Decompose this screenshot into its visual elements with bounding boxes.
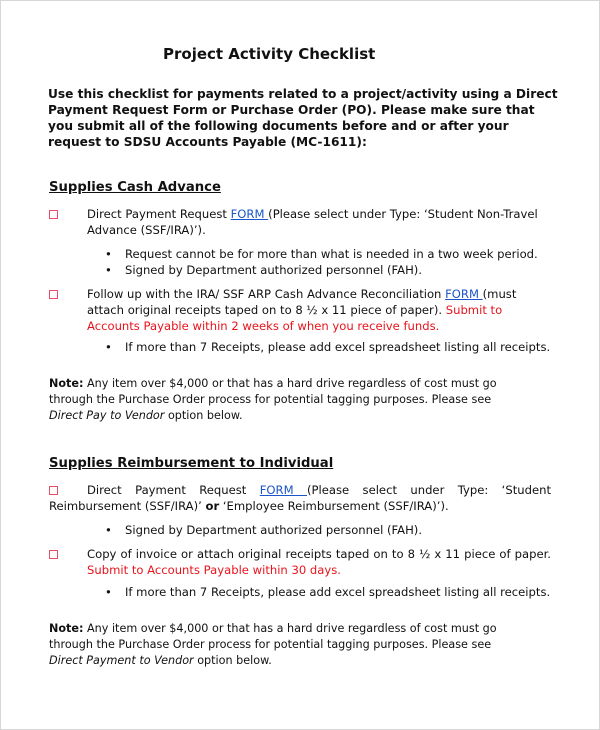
checkbox-icon[interactable] xyxy=(49,210,58,219)
note-paragraph: Note: Any item over $4,000 or that has a… xyxy=(49,377,497,422)
checklist-item: Copy of invoice or attach original recei… xyxy=(49,546,551,578)
bullet-icon: • xyxy=(105,523,112,537)
form-link[interactable]: FORM xyxy=(445,287,483,301)
checkbox-icon[interactable] xyxy=(49,486,58,495)
document-page: Project Activity Checklist Use this chec… xyxy=(0,0,600,730)
checklist-item-text: Follow up with the IRA/ SSF ARP Cash Adv… xyxy=(87,287,517,333)
bullet-icon: • xyxy=(105,247,112,261)
checklist-item: Follow up with the IRA/ SSF ARP Cash Adv… xyxy=(49,286,551,334)
checklist-item-text: Direct Payment Request FORM (Please sele… xyxy=(49,483,551,513)
section-heading-supplies-reimbursement: Supplies Reimbursement to Individual xyxy=(49,456,334,471)
intro-paragraph: Use this checklist for payments related … xyxy=(48,87,558,149)
bullet-item: • Signed by Department authorized person… xyxy=(105,263,423,277)
bullet-item: • If more than 7 Receipts, please add ex… xyxy=(105,340,551,354)
checkbox-icon[interactable] xyxy=(49,550,58,559)
checkbox-icon[interactable] xyxy=(49,290,58,299)
bullet-item: • Request cannot be for more than what i… xyxy=(105,247,538,261)
form-link[interactable]: FORM xyxy=(260,483,307,497)
section-heading-supplies-cash-advance: Supplies Cash Advance xyxy=(49,180,221,195)
page-title: Project Activity Checklist xyxy=(163,45,376,63)
form-link[interactable]: FORM xyxy=(231,207,269,221)
bullet-item: • If more than 7 Receipts, please add ex… xyxy=(105,585,551,599)
checklist-item-text: Direct Payment Request FORM (Please sele… xyxy=(87,207,538,237)
deadline-text: Submit to Accounts Payable within 30 day… xyxy=(87,563,341,577)
checklist-item: Direct Payment Request FORM (Please sele… xyxy=(49,206,551,238)
bullet-icon: • xyxy=(105,340,112,354)
bullet-icon: • xyxy=(105,263,112,277)
bullet-item: • Signed by Department authorized person… xyxy=(105,523,423,537)
checklist-item-text: Copy of invoice or attach original recei… xyxy=(87,547,551,577)
checklist-item: Direct Payment Request FORM (Please sele… xyxy=(49,482,551,514)
note-paragraph: Note: Any item over $4,000 or that has a… xyxy=(49,622,497,667)
bullet-icon: • xyxy=(105,585,112,599)
